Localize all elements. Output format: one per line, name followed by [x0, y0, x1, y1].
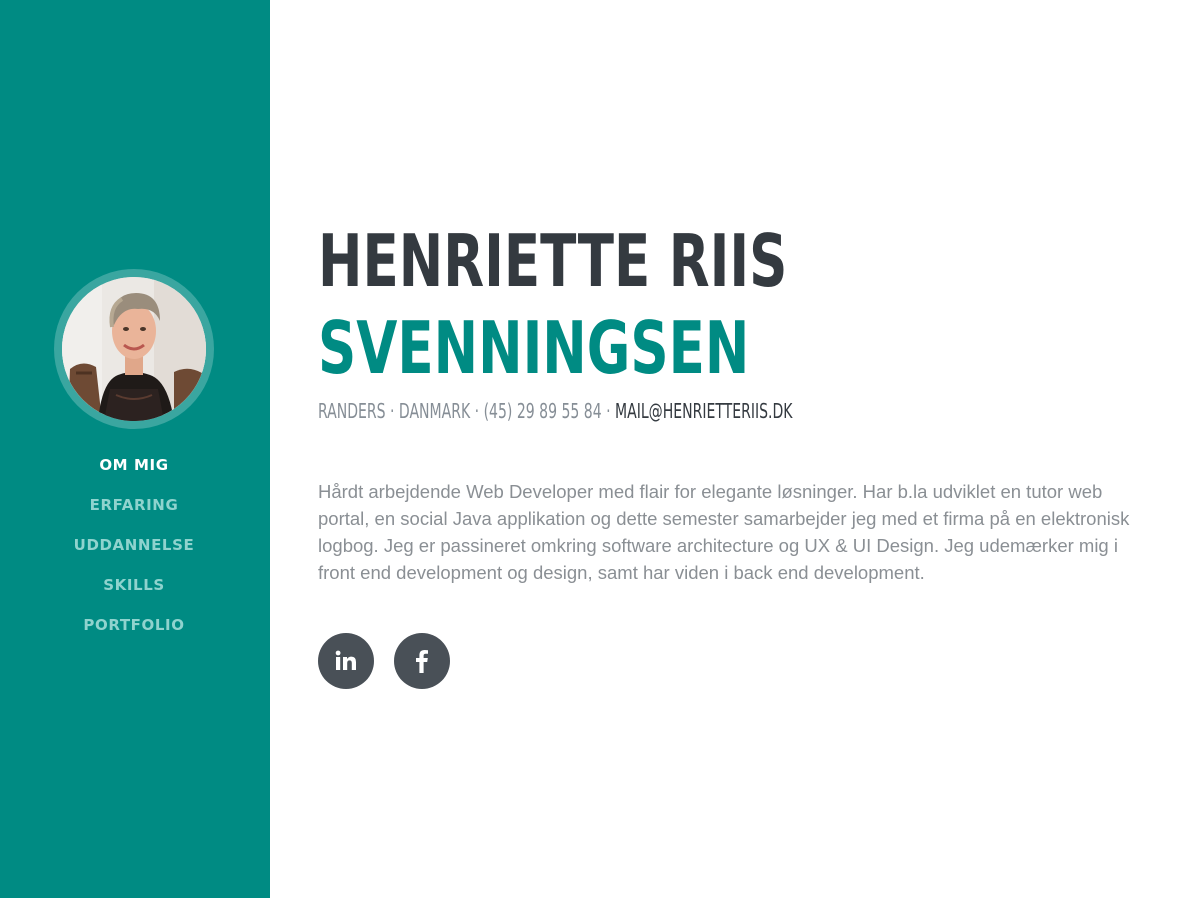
facebook-icon	[416, 650, 428, 673]
nav-item-om-mig[interactable]: OM MIG	[0, 452, 268, 492]
avatar-ring	[54, 269, 214, 429]
nav-item-erfaring[interactable]: ERFARING	[0, 492, 268, 532]
email-link[interactable]: MAIL@HENRIETTERIIS.DK	[615, 399, 793, 423]
social-links	[318, 633, 450, 689]
linkedin-button[interactable]	[318, 633, 374, 689]
contact-line: RANDERS · DANMARK · (45) 29 89 55 84 · M…	[318, 397, 793, 425]
last-name-heading: SVENNINGSEN	[318, 306, 750, 390]
contact-location-phone: RANDERS · DANMARK · (45) 29 89 55 84 ·	[318, 399, 615, 423]
nav-item-uddannelse[interactable]: UDDANNELSE	[0, 532, 268, 572]
nav-item-portfolio[interactable]: PORTFOLIO	[0, 612, 268, 652]
avatar	[62, 277, 206, 421]
sidebar-nav: OM MIG ERFARING UDDANNELSE SKILLS PORTFO…	[0, 452, 268, 652]
linkedin-icon	[335, 650, 356, 670]
bio-paragraph: Hårdt arbejdende Web Developer med flair…	[318, 481, 1130, 583]
sidebar: OM MIG ERFARING UDDANNELSE SKILLS PORTFO…	[0, 0, 270, 898]
first-name-heading: HENRIETTE RIIS	[318, 219, 788, 303]
nav-item-skills[interactable]: SKILLS	[0, 572, 268, 612]
facebook-button[interactable]	[394, 633, 450, 689]
profile-photo	[62, 277, 206, 421]
